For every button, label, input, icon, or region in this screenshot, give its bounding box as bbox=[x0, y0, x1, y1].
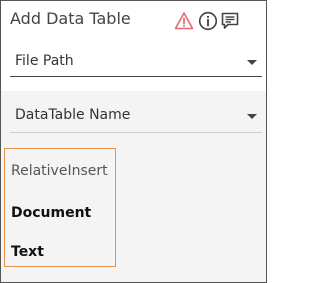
file-path-dropdown[interactable]: File Path bbox=[1, 39, 266, 91]
panel-header: Add Data Table bbox=[1, 1, 266, 39]
add-data-table-panel: Add Data Table File Path DataTable Name … bbox=[0, 0, 267, 283]
option-text[interactable]: Text bbox=[11, 244, 44, 260]
chevron-down-icon[interactable] bbox=[247, 60, 257, 65]
option-document[interactable]: Document bbox=[11, 205, 91, 221]
info-icon[interactable] bbox=[198, 11, 218, 31]
file-path-label: File Path bbox=[15, 53, 74, 69]
warning-icon[interactable] bbox=[174, 11, 194, 31]
chevron-down-icon[interactable] bbox=[247, 114, 257, 119]
option-relative-insert[interactable]: RelativeInsert bbox=[11, 163, 108, 179]
panel-title: Add Data Table bbox=[10, 9, 131, 28]
file-path-underline bbox=[10, 76, 262, 77]
datatable-name-dropdown[interactable]: DataTable Name bbox=[1, 91, 266, 133]
comment-icon[interactable] bbox=[220, 11, 240, 31]
datatable-name-label: DataTable Name bbox=[15, 107, 131, 123]
